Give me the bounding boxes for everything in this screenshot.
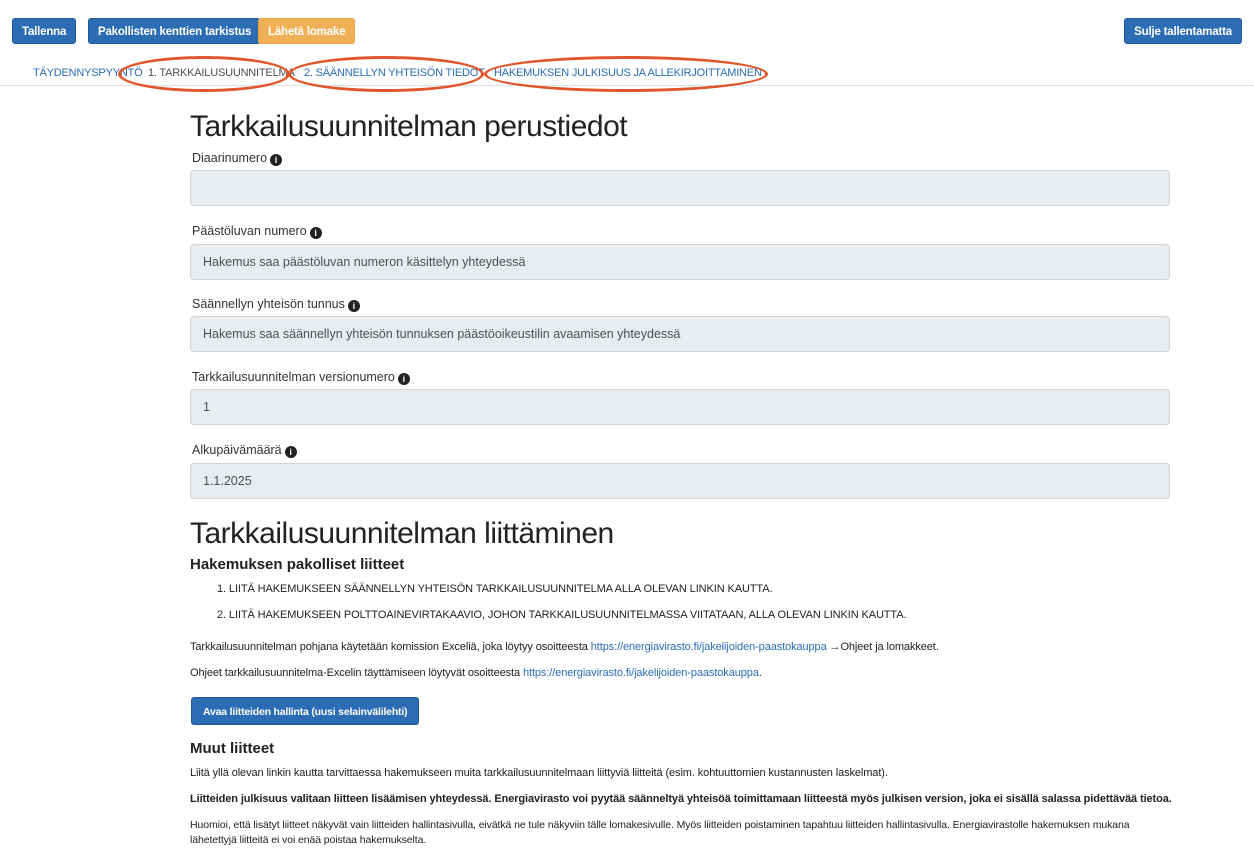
list-item: 2. LIITÄ HAKEMUKSEEN POLTTOAINEVIRTAKAAV… — [217, 609, 907, 621]
field-label-plan-version-number: Tarkkailusuunnitelman versionumero i — [192, 370, 410, 385]
open-attachments-button[interactable]: Avaa liitteiden hallinta (uusi selainväl… — [191, 697, 420, 725]
send-form-button[interactable]: Lähetä lomake — [258, 18, 356, 44]
other-attachments-heading: Muut liitteet — [190, 740, 275, 757]
info-icon[interactable]: i — [270, 154, 283, 166]
other-attachments-text: Liitä yllä olevan linkin kautta tarvitta… — [190, 767, 888, 779]
note-text-line-1: Huomioi, että lisätyt liitteet näkyvät v… — [190, 819, 1130, 831]
regulated-entity-id-field[interactable]: Hakemus saa säännellyn yhteisön tunnukse… — [190, 316, 1170, 352]
annotation-oval-tab-3 — [484, 56, 768, 92]
note-text-line-2: lähetettyjä liitteitä ei voi enää poista… — [190, 834, 427, 846]
template-link[interactable]: https://energiavirasto.fi/jakelijoiden-p… — [591, 641, 827, 653]
instructions-link[interactable]: https://energiavirasto.fi/jakelijoiden-p… — [523, 667, 759, 679]
required-attachments-heading: Hakemuksen pakolliset liitteet — [190, 556, 405, 573]
field-label-diary-number: Diaarinumero i — [192, 151, 283, 166]
template-info-text: Tarkkailusuunnitelman pohjana käytetään … — [190, 641, 939, 653]
save-button[interactable]: Tallenna — [12, 18, 77, 44]
publicity-text: Liitteiden julkisuus valitaan liitteen l… — [190, 793, 1172, 805]
info-icon[interactable]: i — [284, 446, 297, 458]
check-required-fields-button[interactable]: Pakollisten kenttien tarkistus — [88, 18, 262, 44]
annotation-oval-tab-1 — [118, 56, 290, 92]
info-icon[interactable]: i — [397, 373, 410, 385]
info-icon[interactable]: i — [347, 300, 360, 312]
field-label-regulated-entity-id: Säännellyn yhteisön tunnus i — [192, 297, 360, 312]
toolbar: Tallenna Pakollisten kenttien tarkistus … — [0, 0, 1254, 62]
field-label-emission-permit-number: Päästöluvan numero i — [192, 224, 322, 239]
start-date-field[interactable]: 1.1.2025 — [190, 463, 1170, 499]
info-icon[interactable]: i — [309, 227, 322, 239]
plan-version-number-field[interactable]: 1 — [190, 389, 1170, 425]
diary-number-field[interactable] — [190, 170, 1170, 206]
instructions-info-text: Ohjeet tarkkailusuunnitelma-Excelin täyt… — [190, 667, 762, 679]
field-label-start-date: Alkupäivämäärä i — [192, 443, 297, 458]
section-title-attachments: Tarkkailusuunnitelman liittäminen — [190, 517, 614, 550]
emission-permit-number-field[interactable]: Hakemus saa päästöluvan numeron käsittel… — [190, 244, 1170, 280]
close-without-saving-button[interactable]: Sulje tallentamatta — [1124, 18, 1242, 44]
annotation-oval-tab-2 — [288, 56, 484, 92]
list-item: 1. LIITÄ HAKEMUKSEEN SÄÄNNELLYN YHTEISÖN… — [217, 583, 773, 595]
section-title-basic-info: Tarkkailusuunnitelman perustiedot — [190, 110, 628, 143]
